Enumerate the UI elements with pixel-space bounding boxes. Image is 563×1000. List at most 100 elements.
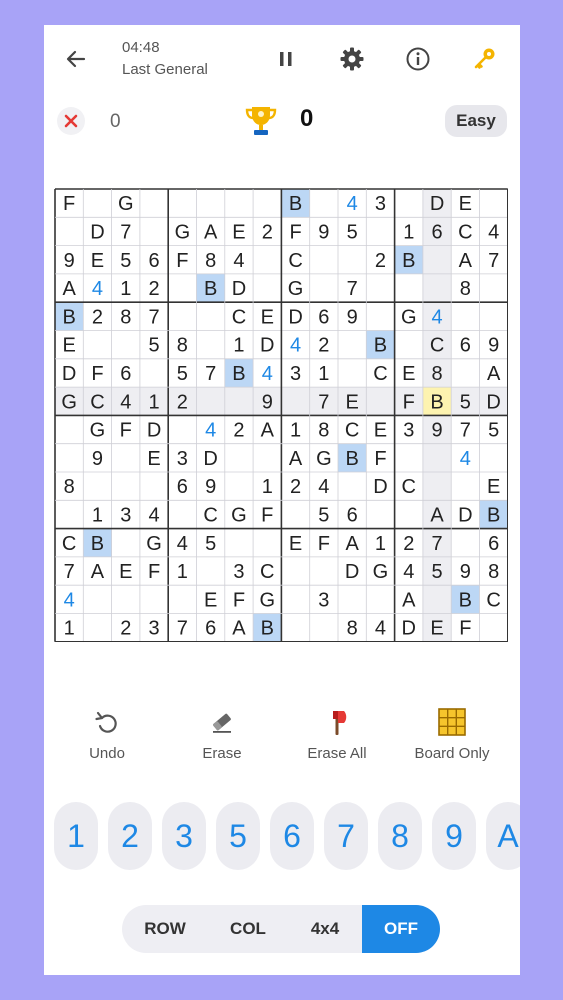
cell-value[interactable]: 1 bbox=[290, 420, 301, 442]
cell-value[interactable]: 8 bbox=[431, 363, 442, 385]
undo-button[interactable]: Undo bbox=[49, 705, 165, 775]
cell-value[interactable]: 9 bbox=[431, 420, 442, 442]
cell-value[interactable]: 9 bbox=[347, 306, 358, 328]
cell-value[interactable]: 6 bbox=[318, 306, 329, 328]
segment-4x4[interactable]: 4x4 bbox=[288, 905, 362, 953]
cell-value[interactable]: 2 bbox=[92, 306, 103, 328]
cell-value[interactable]: 2 bbox=[177, 391, 188, 413]
cell-value[interactable]: C bbox=[430, 335, 444, 357]
cell-value[interactable]: G bbox=[259, 589, 275, 611]
cell-value[interactable]: B bbox=[232, 363, 245, 385]
keypad-key-A[interactable]: A bbox=[486, 802, 520, 870]
cell-value[interactable]: E bbox=[487, 476, 500, 498]
cell-value[interactable]: G bbox=[146, 533, 162, 555]
cell-value[interactable]: D bbox=[486, 391, 500, 413]
cell-value[interactable]: A bbox=[402, 589, 416, 611]
cell-value[interactable]: G bbox=[231, 504, 247, 526]
cell-value[interactable]: C bbox=[62, 533, 76, 555]
cell-value[interactable]: 6 bbox=[460, 335, 471, 357]
cell-value[interactable]: D bbox=[430, 193, 444, 215]
cell-value[interactable]: B bbox=[487, 504, 500, 526]
cell-value[interactable]: 3 bbox=[375, 193, 386, 215]
cell-value[interactable]: 1 bbox=[403, 221, 414, 243]
cell-value[interactable]: C bbox=[345, 420, 359, 442]
cell-value[interactable]: D bbox=[203, 448, 217, 470]
cell-value[interactable]: 8 bbox=[347, 618, 358, 640]
cell-value[interactable]: A bbox=[430, 504, 444, 526]
cell-value[interactable]: B bbox=[459, 589, 472, 611]
cell-value[interactable]: 8 bbox=[120, 306, 131, 328]
cell-value[interactable]: E bbox=[459, 193, 472, 215]
cell-value[interactable]: 5 bbox=[148, 335, 159, 357]
cell-value[interactable]: 8 bbox=[177, 335, 188, 357]
cell-value[interactable]: 5 bbox=[431, 561, 442, 583]
keypad-key-5[interactable]: 5 bbox=[216, 802, 260, 870]
difficulty-badge[interactable]: Easy bbox=[445, 105, 507, 137]
cell-value[interactable]: F bbox=[176, 250, 188, 272]
cell-value[interactable]: C bbox=[402, 476, 416, 498]
cell-value[interactable]: 6 bbox=[177, 476, 188, 498]
cell-value[interactable]: A bbox=[232, 618, 246, 640]
cell-value[interactable]: D bbox=[458, 504, 472, 526]
cell-value[interactable]: B bbox=[402, 250, 415, 272]
cell-value[interactable]: C bbox=[486, 589, 500, 611]
pause-icon[interactable] bbox=[271, 44, 301, 74]
cell-value[interactable]: 7 bbox=[488, 250, 499, 272]
cell-value[interactable]: 4 bbox=[460, 448, 471, 470]
cell-value[interactable]: D bbox=[260, 335, 274, 357]
cell-value[interactable]: B bbox=[430, 391, 443, 413]
cell-value[interactable]: D bbox=[147, 420, 161, 442]
cell-value[interactable]: 4 bbox=[347, 193, 358, 215]
cell-value[interactable]: C bbox=[373, 363, 387, 385]
cell-value[interactable]: 5 bbox=[318, 504, 329, 526]
cell-value[interactable]: G bbox=[175, 221, 191, 243]
cell-value[interactable]: 3 bbox=[290, 363, 301, 385]
cell-value[interactable]: F bbox=[459, 618, 471, 640]
cell-value[interactable]: 7 bbox=[460, 420, 471, 442]
cell-value[interactable]: 9 bbox=[488, 335, 499, 357]
cell-value[interactable]: D bbox=[345, 561, 359, 583]
gear-icon[interactable] bbox=[337, 44, 367, 74]
cell-value[interactable]: 5 bbox=[347, 221, 358, 243]
cell-value[interactable]: 6 bbox=[120, 363, 131, 385]
segment-row[interactable]: ROW bbox=[122, 905, 208, 953]
cell-value[interactable]: 8 bbox=[205, 250, 216, 272]
cell-value[interactable]: 2 bbox=[403, 533, 414, 555]
cell-value[interactable]: 6 bbox=[205, 618, 216, 640]
cell-value[interactable]: 7 bbox=[347, 278, 358, 300]
keypad-key-6[interactable]: 6 bbox=[270, 802, 314, 870]
cell-value[interactable]: 9 bbox=[64, 250, 75, 272]
cell-value[interactable]: 4 bbox=[120, 391, 131, 413]
cell-value[interactable]: 5 bbox=[177, 363, 188, 385]
cell-value[interactable]: 1 bbox=[64, 618, 75, 640]
cell-value[interactable]: 4 bbox=[403, 561, 414, 583]
cell-value[interactable]: 4 bbox=[177, 533, 188, 555]
cell-value[interactable]: 4 bbox=[205, 420, 216, 442]
cell-value[interactable]: C bbox=[90, 391, 104, 413]
info-icon[interactable] bbox=[403, 44, 433, 74]
cell-value[interactable]: 8 bbox=[488, 561, 499, 583]
cell-value[interactable]: G bbox=[118, 193, 134, 215]
cell-value[interactable]: 7 bbox=[148, 306, 159, 328]
cell-value[interactable]: 5 bbox=[460, 391, 471, 413]
cell-value[interactable]: C bbox=[260, 561, 274, 583]
cell-value[interactable]: B bbox=[204, 278, 217, 300]
cell-value[interactable]: 5 bbox=[488, 420, 499, 442]
cell-value[interactable]: E bbox=[374, 420, 387, 442]
cell-value[interactable]: 3 bbox=[233, 561, 244, 583]
cell-value[interactable]: 3 bbox=[120, 504, 131, 526]
cell-value[interactable]: 4 bbox=[488, 221, 499, 243]
cell-value[interactable]: F bbox=[63, 193, 75, 215]
cell-value[interactable]: 4 bbox=[375, 618, 386, 640]
cell-value[interactable]: C bbox=[458, 221, 472, 243]
cell-value[interactable]: 2 bbox=[120, 618, 131, 640]
cell-value[interactable]: 6 bbox=[347, 504, 358, 526]
cell-value[interactable]: A bbox=[289, 448, 303, 470]
cell-value[interactable]: E bbox=[91, 250, 104, 272]
cell-value[interactable]: 4 bbox=[431, 306, 442, 328]
cell-value[interactable]: 3 bbox=[318, 589, 329, 611]
cell-value[interactable]: B bbox=[261, 618, 274, 640]
cell-value[interactable]: 3 bbox=[403, 420, 414, 442]
cell-value[interactable]: 1 bbox=[148, 391, 159, 413]
cell-value[interactable]: F bbox=[233, 589, 245, 611]
